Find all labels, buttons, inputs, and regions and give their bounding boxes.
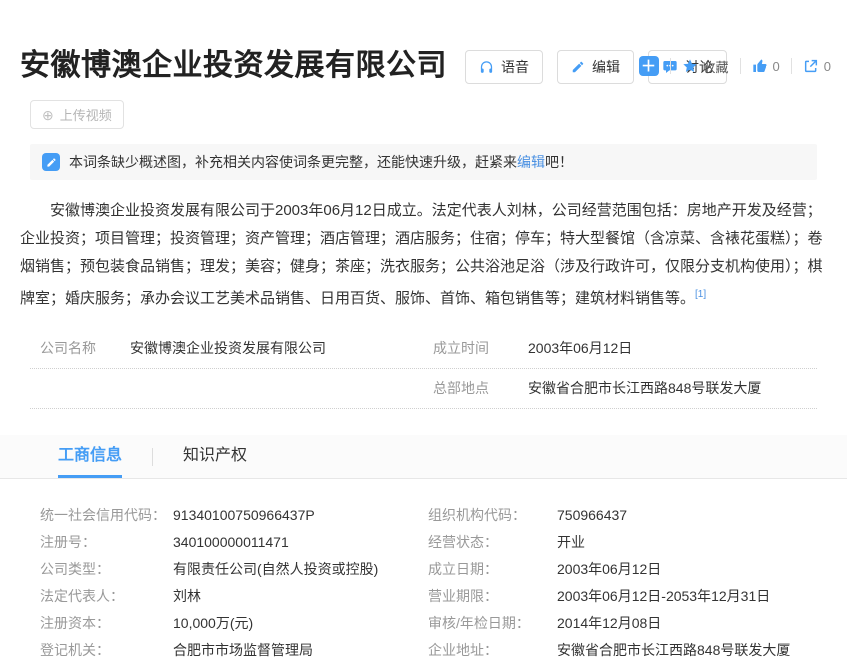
thumbs-up-icon [752, 58, 768, 74]
summary-paragraph: 安徽博澳企业投资发展有限公司于2003年06月12日成立。法定代表人刘林，公司经… [20, 197, 827, 313]
like-button[interactable]: 0 [752, 58, 780, 74]
divider [670, 58, 671, 74]
divider [791, 58, 792, 74]
tab-intellectual-property[interactable]: 知识产权 [183, 435, 247, 478]
infobox-cell-empty [30, 369, 423, 408]
detail-row: 注册资本： 10,000万(元) [30, 610, 418, 637]
detail-row: 注册号： 340100000011471 [30, 529, 418, 556]
upload-video-label: 上传视频 [60, 105, 112, 124]
detail-row: 公司类型： 有限责任公司(自然人投资或控股) [30, 556, 418, 583]
share-count: 0 [824, 59, 831, 74]
infobox-cell: 公司名称 安徽博澳企业投资发展有限公司 [30, 329, 423, 368]
add-button[interactable]: ＋ [639, 56, 659, 76]
detail-row: 法定代表人： 刘林 [30, 583, 418, 610]
company-name-label: 公司名称 [40, 338, 130, 358]
edit-label: 编辑 [592, 57, 620, 77]
edit-button[interactable]: 编辑 [557, 50, 634, 84]
headquarters-label: 总部地点 [433, 378, 528, 398]
details-right-column: 组织机构代码： 750966437 经营状态： 开业 成立日期： 2003年06… [418, 502, 817, 658]
infobox-cell: 成立时间 2003年06月12日 [423, 329, 817, 368]
favorite-button[interactable]: 收藏 [682, 57, 729, 76]
circle-plus-icon: ⊕ [42, 108, 54, 122]
notice-text: 本词条缺少概述图，补充相关内容使词条更完整，还能快速升级，赶紧来编辑吧！ [69, 152, 573, 172]
voice-label: 语音 [501, 57, 529, 77]
infobox-row: 总部地点 安徽省合肥市长江西路848号联发大厦 [30, 369, 817, 409]
business-info-panel: 统一社会信用代码： 91340100750966437P 注册号： 340100… [30, 502, 817, 658]
founded-date-label: 成立时间 [433, 338, 528, 358]
baike-entry-page: ＋ 收藏 0 0 安徽博澳企业投资发展有限公司 [0, 40, 847, 658]
reference-link[interactable]: [1] [695, 289, 706, 300]
notice-edit-link[interactable]: 编辑 [517, 154, 545, 170]
page-title: 安徽博澳企业投资发展有限公司 [20, 40, 447, 84]
detail-row: 成立日期： 2003年06月12日 [418, 556, 817, 583]
notice-bar: 本词条缺少概述图，补充相关内容使词条更完整，还能快速升级，赶紧来编辑吧！ [30, 144, 817, 180]
voice-button[interactable]: 语音 [465, 50, 543, 84]
detail-row: 统一社会信用代码： 91340100750966437P [30, 502, 418, 529]
star-icon [682, 58, 698, 74]
tab-divider [152, 448, 153, 466]
headphones-icon [479, 60, 494, 75]
plus-icon: ＋ [641, 59, 656, 74]
detail-row: 登记机关： 合肥市市场监督管理局 [30, 637, 418, 658]
basic-infobox: 公司名称 安徽博澳企业投资发展有限公司 成立时间 2003年06月12日 总部地… [30, 329, 817, 409]
headquarters-value: 安徽省合肥市长江西路848号联发大厦 [528, 378, 761, 398]
detail-row: 营业期限： 2003年06月12日-2053年12月31日 [418, 583, 817, 610]
edit-pencil-icon [42, 153, 60, 171]
pencil-icon [571, 60, 585, 74]
details-left-column: 统一社会信用代码： 91340100750966437P 注册号： 340100… [30, 502, 418, 658]
infobox-row: 公司名称 安徽博澳企业投资发展有限公司 成立时间 2003年06月12日 [30, 329, 817, 369]
founded-date-value: 2003年06月12日 [528, 338, 632, 358]
tab-bar: 工商信息 知识产权 [0, 435, 847, 479]
share-button[interactable]: 0 [803, 58, 831, 74]
upload-video-button[interactable]: ⊕ 上传视频 [30, 100, 124, 129]
favorite-label: 收藏 [703, 57, 729, 76]
detail-row: 企业地址： 安徽省合肥市长江西路848号联发大厦 [418, 637, 817, 658]
share-icon [803, 58, 819, 74]
company-name-value: 安徽博澳企业投资发展有限公司 [130, 338, 326, 358]
tab-business-info[interactable]: 工商信息 [58, 435, 122, 478]
detail-row: 组织机构代码： 750966437 [418, 502, 817, 529]
infobox-cell: 总部地点 安徽省合肥市长江西路848号联发大厦 [423, 369, 817, 408]
divider [740, 58, 741, 74]
detail-row: 审核/年检日期： 2014年12月08日 [418, 610, 817, 637]
like-count: 0 [773, 59, 780, 74]
detail-row: 经营状态： 开业 [418, 529, 817, 556]
action-bar: ＋ 收藏 0 0 [639, 56, 831, 76]
